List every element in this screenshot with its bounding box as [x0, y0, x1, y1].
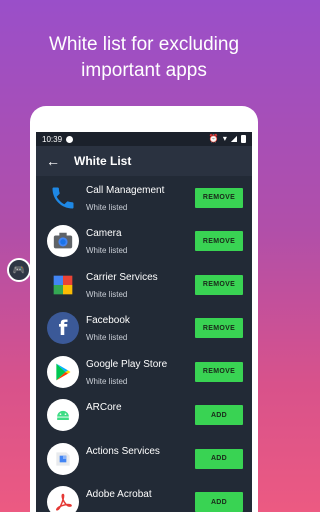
adobe-acrobat-icon — [47, 486, 79, 512]
app-status — [86, 507, 195, 512]
gamepad-icon[interactable]: 🎮 — [7, 258, 31, 282]
app-name: Facebook — [86, 315, 130, 327]
list-item: ARCore ADD — [36, 394, 252, 438]
wifi-icon: ▾ — [222, 134, 227, 143]
list-item: Carrier Services White listed REMOVE — [36, 263, 252, 307]
arrow-back-icon[interactable]: ← — [46, 153, 74, 169]
app-name: ARCore — [86, 402, 122, 414]
status-time: 10:39 — [42, 134, 63, 144]
android-icon — [47, 399, 79, 432]
app-status: White listed — [86, 289, 128, 299]
remove-button[interactable]: REMOVE — [195, 187, 243, 208]
phone-icon — [47, 182, 79, 214]
battery-icon — [241, 135, 246, 143]
app-status: White listed — [86, 246, 128, 256]
list-item: Adobe Acrobat ADD — [36, 481, 252, 512]
app-bar: ← White List — [36, 146, 252, 176]
remove-button[interactable]: REMOVE — [195, 318, 243, 339]
carrier-services-icon — [47, 269, 79, 301]
list-item: Call Management White listed REMOVE — [36, 176, 252, 220]
alarm-icon: ⏰ — [208, 134, 219, 143]
status-bar: 10:39 ⏰ ▾ ◢ — [36, 132, 252, 146]
remove-button[interactable]: REMOVE — [195, 274, 243, 295]
app-name: Adobe Acrobat — [86, 489, 152, 501]
notification-icon — [66, 135, 74, 143]
app-status: White listed — [86, 333, 128, 343]
promo-headline: White list for excluding important apps — [0, 32, 288, 84]
phone-frame: 10:39 ⏰ ▾ ◢ ← White List Call Management… — [30, 106, 258, 512]
list-item: Google Play Store White listed REMOVE — [36, 350, 252, 394]
actions-services-icon — [47, 442, 79, 475]
promo-line-1: White list for excluding — [48, 34, 240, 55]
remove-button[interactable]: REMOVE — [195, 231, 243, 252]
signal-icon: ◢ — [230, 134, 237, 143]
app-name: Google Play Store — [86, 358, 168, 370]
app-status — [86, 420, 195, 429]
page-title: White List — [74, 154, 132, 168]
app-status: White listed — [86, 376, 128, 386]
add-button[interactable]: ADD — [195, 492, 243, 512]
add-button[interactable]: ADD — [195, 405, 243, 426]
app-list: Call Management White listed REMOVE Came… — [36, 176, 252, 512]
promo-line-2: important apps — [81, 60, 207, 81]
add-button[interactable]: ADD — [195, 448, 243, 469]
list-item: f Facebook White listed REMOVE — [36, 307, 252, 351]
list-item: Actions Services ADD — [36, 437, 252, 481]
camera-icon — [47, 225, 79, 258]
app-name: Actions Services — [86, 445, 160, 457]
list-item: Camera White listed REMOVE — [36, 220, 252, 264]
facebook-icon: f — [47, 312, 79, 345]
app-name: Carrier Services — [86, 271, 158, 283]
app-name: Call Management — [86, 184, 165, 196]
phone-screen: 10:39 ⏰ ▾ ◢ ← White List Call Management… — [36, 132, 252, 512]
app-status: White listed — [86, 202, 128, 212]
app-status — [86, 464, 195, 473]
play-store-icon — [47, 355, 79, 388]
app-name: Camera — [86, 228, 122, 240]
remove-button[interactable]: REMOVE — [195, 361, 243, 382]
